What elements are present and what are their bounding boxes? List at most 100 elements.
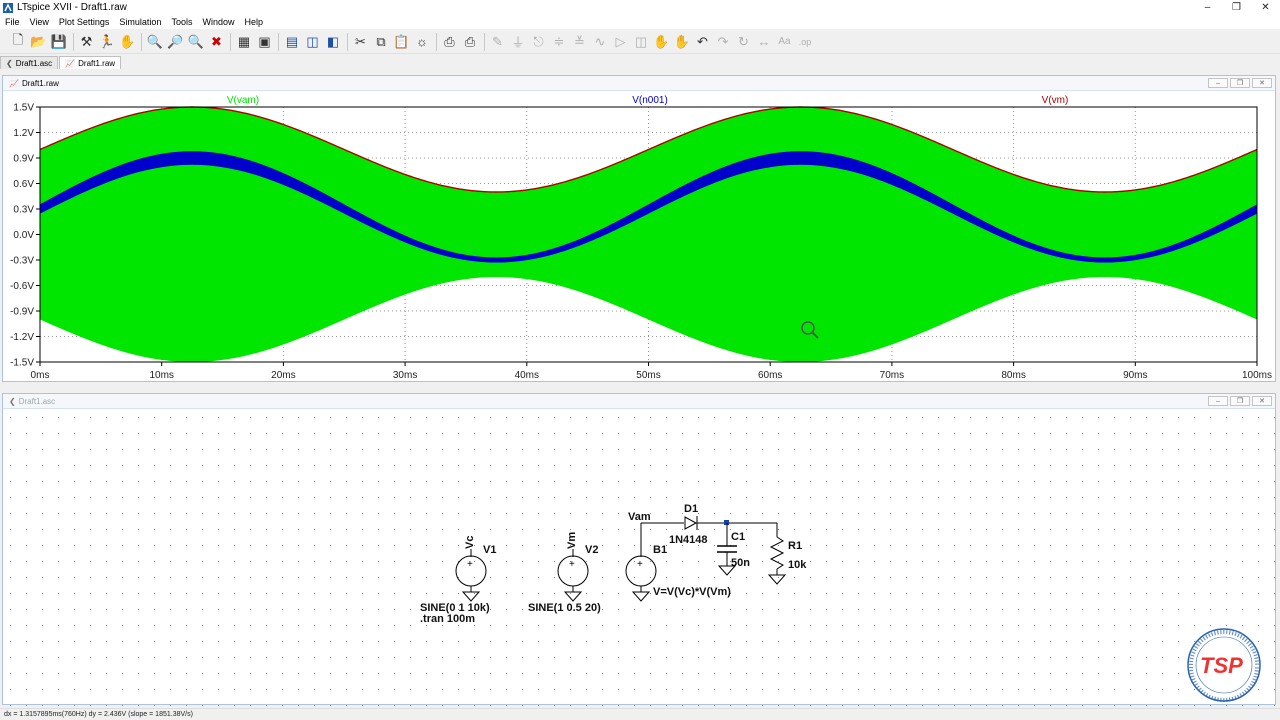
menu-help[interactable]: Help (242, 17, 265, 27)
y-tick-label: 0.3V (13, 205, 34, 216)
net-label-vam: Vam (628, 511, 651, 523)
x-tick-label: 10ms (149, 370, 173, 381)
legend-vvm[interactable]: V(vm) (1042, 95, 1069, 106)
b1-name: B1 (653, 544, 667, 556)
tile-vertical-icon[interactable]: ◫ (303, 32, 323, 52)
legend-vvam[interactable]: V(vam) (227, 95, 259, 106)
mark-icon[interactable]: ▣ (255, 32, 275, 52)
schematic-window[interactable]: ❮ Draft1.asc – ❐ ✕ Vc + V1 SINE(0 1 10k)… (2, 393, 1276, 706)
plot-restore-button[interactable]: ❐ (1230, 78, 1250, 88)
d1-model: 1N4148 (669, 534, 708, 546)
svg-text:+: + (637, 559, 643, 570)
zoom-fit-icon[interactable]: ✖ (207, 32, 227, 52)
menu-simulation[interactable]: Simulation (117, 17, 163, 27)
cut-icon[interactable]: ✂ (351, 32, 371, 52)
x-tick-label: 50ms (636, 370, 660, 381)
svg-text:+: + (467, 559, 473, 570)
close-button[interactable]: ✕ (1251, 0, 1280, 15)
plot-minimize-button[interactable]: – (1208, 78, 1228, 88)
tile-horizontal-icon[interactable]: ▤ (282, 32, 302, 52)
cursor-readout: dx = 1.3157895ms(760Hz) dy = 2.436V (slo… (4, 711, 193, 718)
capacitor-icon[interactable]: ≚ (570, 32, 590, 52)
maximize-button[interactable]: ❐ (1222, 0, 1251, 15)
y-tick-label: -0.6V (10, 281, 34, 292)
menu-window[interactable]: Window (200, 17, 236, 27)
spice-directive-icon[interactable]: .op (795, 32, 815, 52)
c1-value: 50n (731, 557, 750, 569)
schematic-window-titlebar: ❮ Draft1.asc – ❐ ✕ (3, 394, 1275, 409)
new-schematic-icon[interactable]: 🗋 (8, 32, 28, 52)
wire-icon[interactable]: ✎ (488, 32, 508, 52)
schem-restore-button[interactable]: ❐ (1230, 396, 1250, 406)
ground-icon[interactable]: ⏚ (508, 32, 528, 52)
zoom-in-icon[interactable]: 🔍 (145, 32, 165, 52)
label-icon[interactable]: ⎋ (529, 32, 549, 52)
title-bar: LTspice XVII - Draft1.raw – ❐ ✕ (0, 0, 1280, 15)
tab-label: Draft1.raw (78, 58, 116, 68)
zoom-out-icon[interactable]: 🔍 (186, 32, 206, 52)
menu-view[interactable]: View (28, 17, 51, 27)
resistor-icon[interactable]: ≑ (549, 32, 569, 52)
autoscale-icon[interactable]: ▦ (234, 32, 254, 52)
x-tick-label: 80ms (1001, 370, 1025, 381)
document-tabs: ❮ Draft1.asc 📈 Draft1.raw (0, 55, 1280, 69)
v2-name: V2 (585, 544, 598, 556)
halt-icon[interactable]: ✋ (118, 32, 138, 52)
waveform-icon: 📈 (65, 58, 76, 68)
c1-name: C1 (731, 531, 745, 543)
ltspice-icon (3, 2, 13, 13)
y-tick-label: -0.3V (10, 256, 34, 267)
component-icon[interactable]: ◫ (631, 32, 651, 52)
menu-tools[interactable]: Tools (169, 17, 194, 27)
x-tick-label: 40ms (515, 370, 539, 381)
tran-directive[interactable]: .tran 100m (420, 613, 475, 625)
x-tick-label: 20ms (271, 370, 295, 381)
waveform-plot[interactable]: 0ms 10ms 20ms 30ms 40ms 50ms 60ms 70ms 80ms 90ms 1… (3, 92, 1275, 382)
diode-icon[interactable]: ▷ (611, 32, 631, 52)
text-icon[interactable]: Aa (775, 32, 795, 52)
d1-name: D1 (684, 503, 698, 515)
schematic-icon: ❮ (9, 396, 16, 406)
waveform-window[interactable]: 📈 Draft1.raw – ❐ ✕ 0ms 10ms 20ms 30ms 40ms 50… (2, 75, 1276, 382)
menu-plot-settings[interactable]: Plot Settings (57, 17, 112, 27)
window-title: LTspice XVII - Draft1.raw (17, 2, 127, 13)
drag-icon[interactable]: ✋ (672, 32, 692, 52)
x-tick-label: 0ms (31, 370, 50, 381)
paste-icon[interactable]: 📋 (392, 32, 412, 52)
schematic-window-title: Draft1.asc (18, 396, 56, 406)
y-tick-label: -1.5V (10, 358, 34, 369)
rotate-icon[interactable]: ↻ (734, 32, 754, 52)
print-icon[interactable]: ⎙ (440, 32, 460, 52)
legend-vn001[interactable]: V(n001) (632, 95, 668, 106)
cascade-icon[interactable]: ◧ (323, 32, 343, 52)
zoom-pan-icon[interactable]: 🔎 (166, 32, 186, 52)
r1-name: R1 (788, 540, 802, 552)
control-panel-icon[interactable]: ⚒ (77, 32, 97, 52)
open-icon[interactable]: 📂 (29, 32, 49, 52)
schematic-canvas[interactable]: Vc + V1 SINE(0 1 10k) .tran 100m Vm + V2… (3, 410, 1275, 706)
redo-icon[interactable]: ↷ (713, 32, 733, 52)
find-icon[interactable]: ☼ (412, 32, 432, 52)
x-tick-label: 30ms (393, 370, 417, 381)
tab-draft1-asc[interactable]: ❮ Draft1.asc (0, 56, 59, 69)
copy-icon[interactable]: ⧉ (371, 32, 391, 52)
schem-close-button[interactable]: ✕ (1252, 396, 1272, 406)
mirror-icon[interactable]: ↔ (754, 32, 774, 52)
minimize-button[interactable]: – (1193, 0, 1222, 15)
plot-close-button[interactable]: ✕ (1252, 78, 1272, 88)
schem-minimize-button[interactable]: – (1208, 396, 1228, 406)
move-icon[interactable]: ✋ (652, 32, 672, 52)
tab-draft1-raw[interactable]: 📈 Draft1.raw (59, 56, 122, 69)
run-icon[interactable]: 🏃 (97, 32, 117, 52)
y-tick-label: 0.0V (13, 230, 34, 241)
toolbar: 🗋 📂 💾 ⚒ 🏃 ✋ 🔍 🔎 🔍 ✖ ▦ ▣ ▤ ◫ ◧ ✂ ⧉ 📋 ☼ ⎙ … (0, 30, 1280, 54)
menu-file[interactable]: File (3, 17, 22, 27)
x-tick-label: 90ms (1123, 370, 1147, 381)
inductor-icon[interactable]: ∿ (590, 32, 610, 52)
status-bar: dx = 1.3157895ms(760Hz) dy = 2.436V (slo… (0, 708, 1280, 720)
undo-icon[interactable]: ↶ (693, 32, 713, 52)
y-tick-label: -0.9V (10, 307, 34, 318)
save-icon[interactable]: 💾 (49, 32, 69, 52)
y-tick-label: 1.2V (13, 128, 34, 139)
print-setup-icon[interactable]: ⎙ (460, 32, 480, 52)
